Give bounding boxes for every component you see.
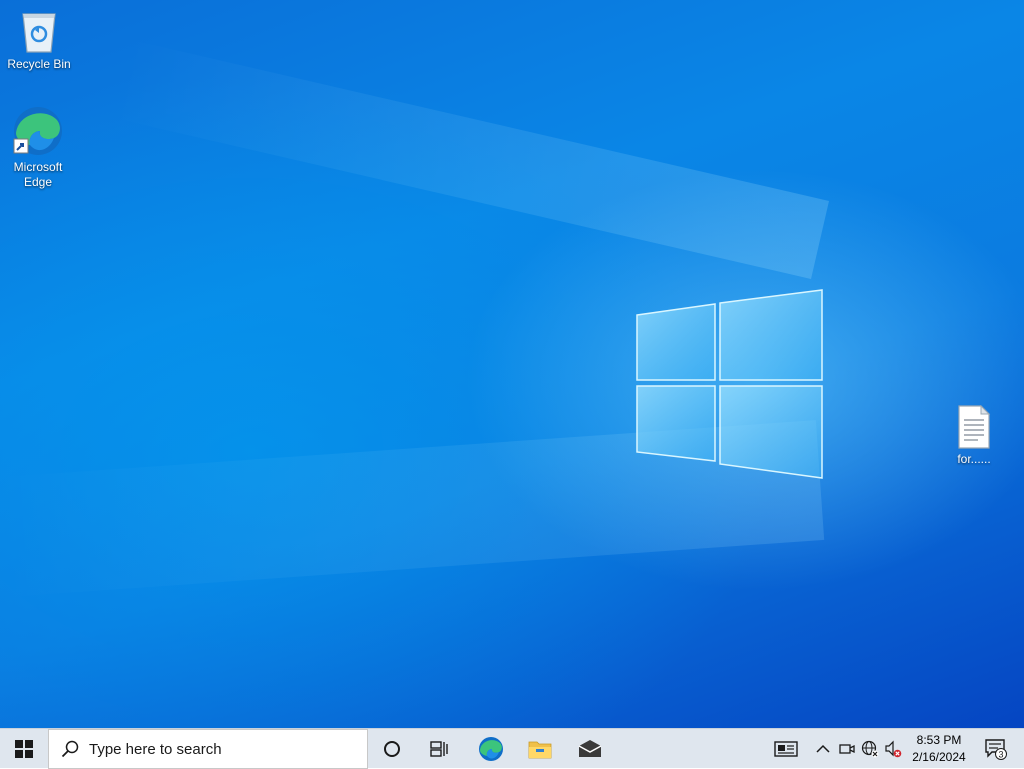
light-beam bbox=[109, 39, 829, 279]
clock-date: 2/16/2024 bbox=[912, 750, 966, 764]
folder-icon bbox=[528, 741, 552, 759]
news-icon bbox=[774, 741, 798, 757]
chevron-up-icon bbox=[816, 744, 830, 753]
text-file-label: for...... bbox=[957, 452, 991, 466]
meet-now-button[interactable] bbox=[836, 729, 858, 769]
volume-button[interactable] bbox=[882, 729, 904, 769]
clock[interactable]: 8:53 PM 2/16/2024 bbox=[904, 729, 974, 769]
cortana-button[interactable] bbox=[372, 729, 412, 769]
notification-count: 3 bbox=[998, 749, 1003, 759]
task-view-button[interactable] bbox=[420, 729, 460, 769]
file-explorer-button[interactable] bbox=[518, 729, 562, 769]
volume-muted-icon bbox=[885, 740, 902, 758]
microsoft-edge-label: Microsoft Edge bbox=[13, 160, 63, 189]
action-center-button[interactable]: 3 bbox=[976, 729, 1016, 769]
text-file-shortcut[interactable]: for...... bbox=[936, 405, 1012, 467]
network-globe-icon bbox=[861, 740, 879, 758]
taskbar: Type here to search 8:53 PM 2/16/2024 3 bbox=[0, 728, 1024, 769]
mail-button[interactable] bbox=[568, 729, 612, 769]
show-hidden-icons-button[interactable] bbox=[812, 729, 834, 769]
edge-taskbar-button[interactable] bbox=[470, 729, 512, 769]
clock-time: 8:53 PM bbox=[916, 733, 962, 747]
edge-icon bbox=[13, 107, 62, 155]
recycle-bin-shortcut[interactable]: Recycle Bin bbox=[1, 8, 77, 72]
start-button[interactable] bbox=[0, 729, 48, 769]
desktop[interactable]: Recycle Bin Microsoft Edge for...... bbox=[0, 0, 1024, 728]
recycle-bin-icon bbox=[22, 13, 56, 53]
cortana-circle-icon bbox=[384, 741, 400, 757]
edge-icon bbox=[479, 737, 503, 761]
windows-logo-wallpaper bbox=[636, 289, 823, 479]
camera-icon bbox=[839, 744, 855, 754]
news-and-interests-button[interactable] bbox=[766, 729, 806, 769]
network-button[interactable] bbox=[859, 729, 881, 769]
windows-start-icon bbox=[15, 740, 33, 758]
mail-icon bbox=[578, 740, 602, 757]
search-placeholder: Type here to search bbox=[89, 740, 222, 758]
recycle-bin-label: Recycle Bin bbox=[7, 57, 71, 71]
search-box[interactable]: Type here to search bbox=[48, 729, 368, 769]
notification-icon: 3 bbox=[985, 739, 1007, 760]
text-document-icon bbox=[958, 405, 991, 449]
microsoft-edge-shortcut[interactable]: Microsoft Edge bbox=[0, 105, 76, 190]
task-view-icon bbox=[430, 741, 448, 757]
search-icon bbox=[61, 740, 79, 758]
